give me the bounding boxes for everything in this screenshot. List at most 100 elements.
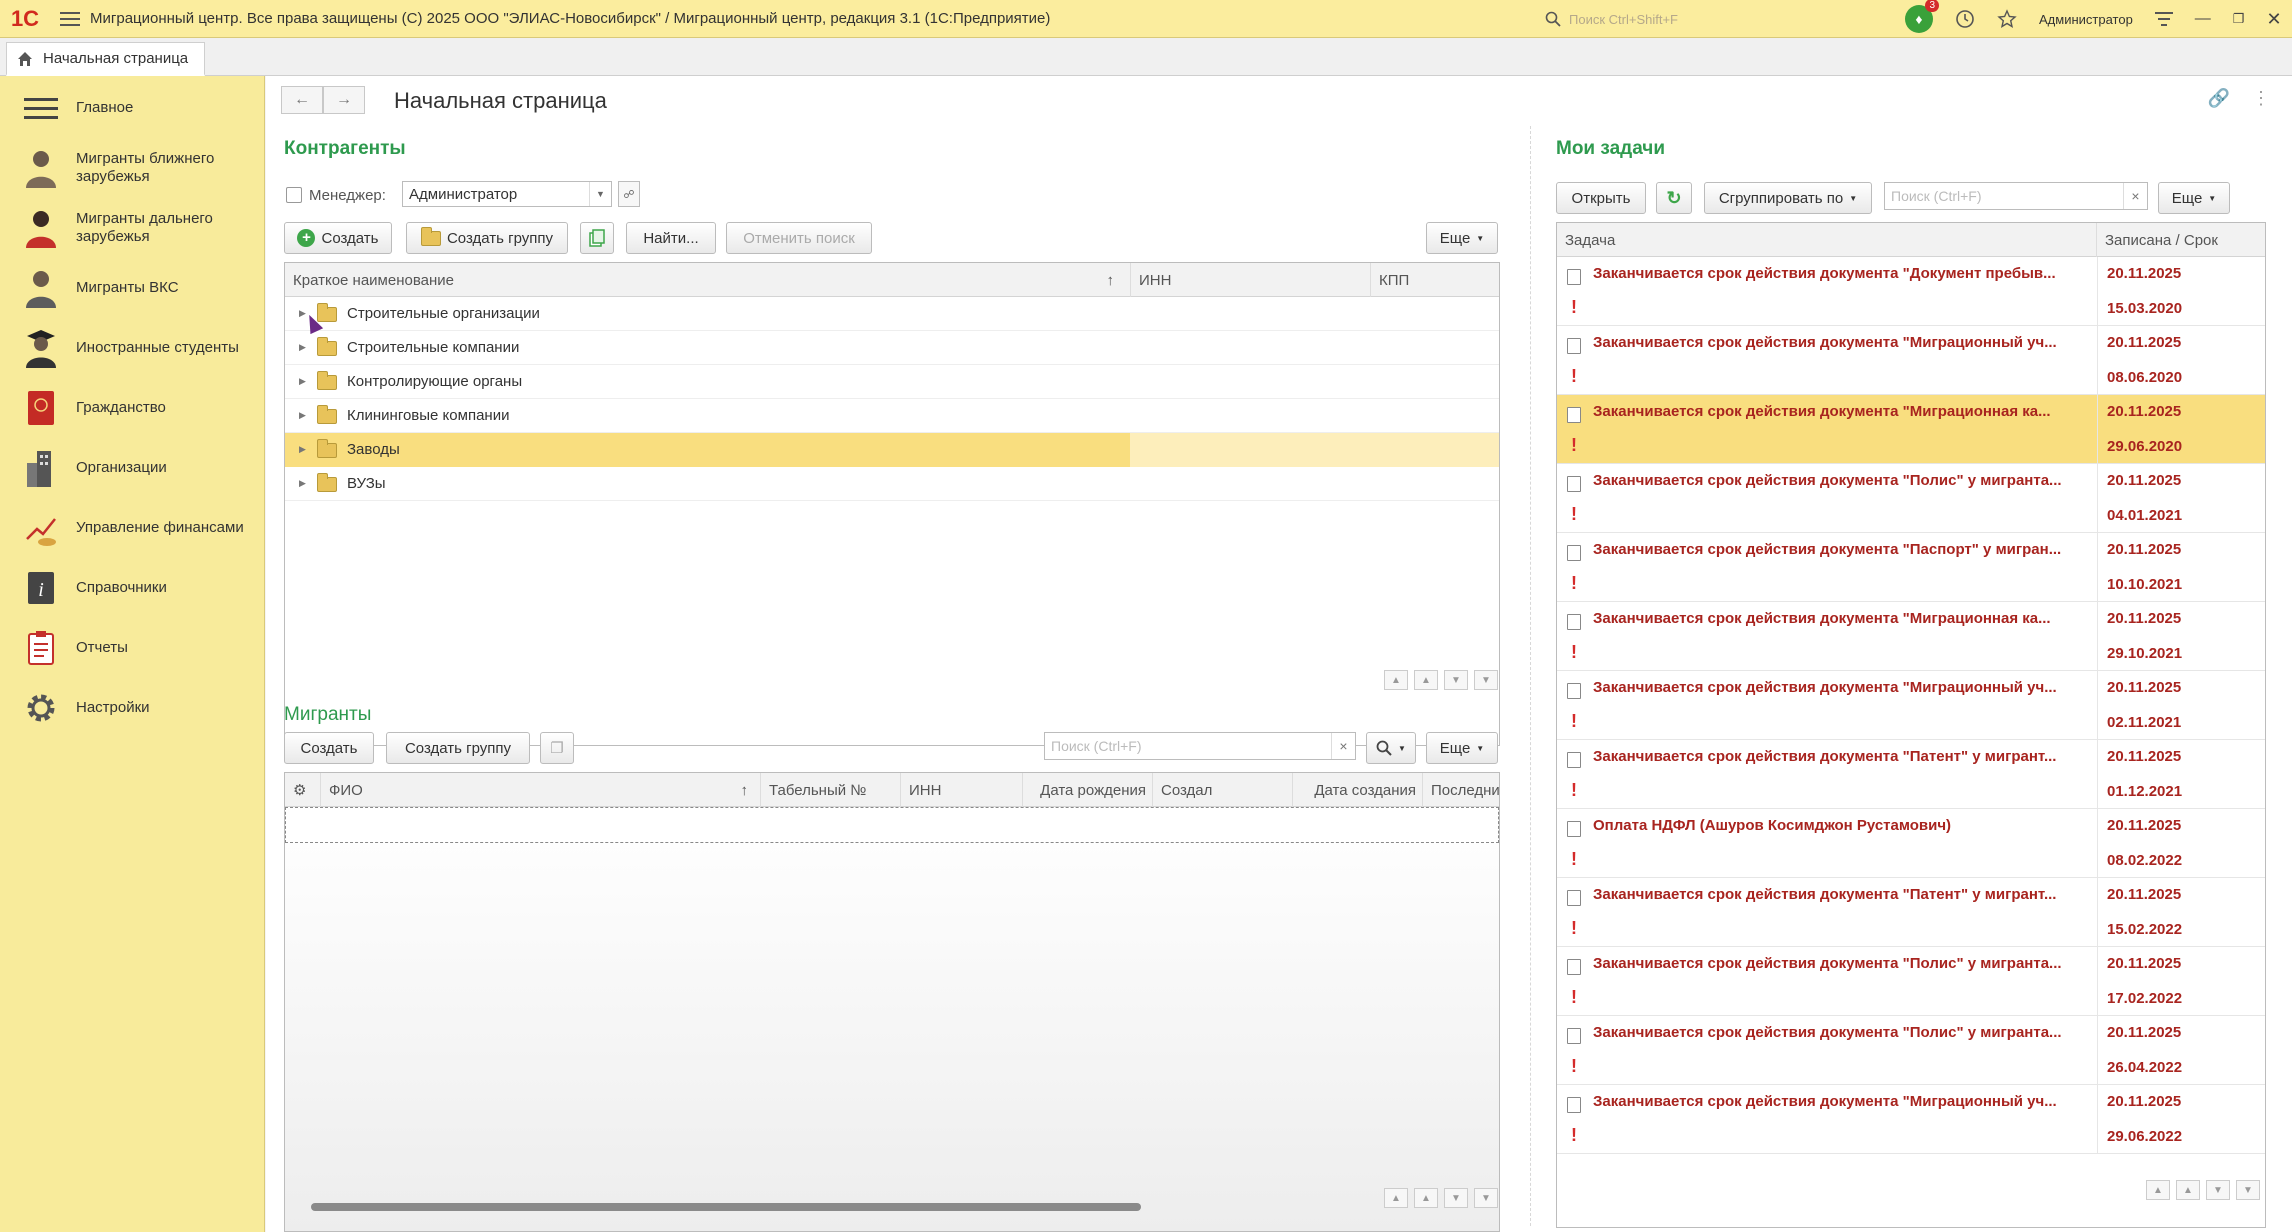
task-row[interactable]: Заканчивается срок действия документа "П… xyxy=(1557,464,2265,533)
scroll-down-icon[interactable]: ▼ xyxy=(1444,1188,1468,1208)
task-row[interactable]: Оплата НДФЛ (Ашуров Косимджон Рустамович… xyxy=(1557,809,2265,878)
contractors-create-group-button[interactable]: Создать группу xyxy=(406,222,568,254)
column-header-last[interactable]: Последний xyxy=(1423,773,1499,807)
migrants-more-button[interactable]: Еще ▼ xyxy=(1426,732,1498,764)
favorites-star-icon[interactable] xyxy=(1997,9,2017,29)
manager-select[interactable]: Администратор ▼ xyxy=(402,181,612,207)
expand-arrow-icon[interactable]: ▶ xyxy=(299,342,306,353)
scroll-bottom-icon[interactable]: ▼ xyxy=(2236,1180,2260,1200)
scroll-up-icon[interactable]: ▲ xyxy=(1414,670,1438,690)
group-by-icon[interactable]: ⚙ xyxy=(285,773,321,807)
tasks-more-button[interactable]: Еще ▼ xyxy=(2158,182,2230,214)
column-header-inn[interactable]: ИНН xyxy=(1131,263,1371,297)
clear-icon[interactable]: × xyxy=(1331,733,1355,759)
sidebar-item-organizations[interactable]: Организации xyxy=(0,438,265,498)
tree-row[interactable]: ▶ Контролирующие органы xyxy=(285,365,1499,399)
tree-row[interactable]: ▶ Строительные компании xyxy=(285,331,1499,365)
sidebar-item-reports[interactable]: Отчеты xyxy=(0,618,265,678)
more-vertical-icon[interactable]: ⋮ xyxy=(2252,88,2270,109)
search-options-button[interactable]: ▼ xyxy=(1366,732,1416,764)
minimize-icon[interactable]: — xyxy=(2195,10,2211,28)
expand-arrow-icon[interactable]: ▶ xyxy=(299,410,306,421)
sidebar-item-references[interactable]: i Справочники xyxy=(0,558,265,618)
scroll-bottom-icon[interactable]: ▼ xyxy=(1474,670,1498,690)
scroll-up-icon[interactable]: ▲ xyxy=(1414,1188,1438,1208)
migrants-search-input[interactable]: Поиск (Ctrl+F) × xyxy=(1044,732,1356,760)
task-row[interactable]: Заканчивается срок действия документа "Д… xyxy=(1557,257,2265,326)
open-link-icon[interactable]: ☍ xyxy=(618,181,640,207)
column-header-task[interactable]: Задача xyxy=(1557,223,2097,257)
task-row[interactable]: Заканчивается срок действия документа "П… xyxy=(1557,878,2265,947)
link-icon[interactable]: 🔗 xyxy=(2208,88,2230,109)
copy-button[interactable] xyxy=(580,222,614,254)
task-row[interactable]: Заканчивается срок действия документа "М… xyxy=(1557,1085,2265,1154)
group-by-button[interactable]: Сгруппировать по ▼ xyxy=(1704,182,1872,214)
sidebar-item-citizenship[interactable]: Гражданство xyxy=(0,378,265,438)
scroll-top-icon[interactable]: ▲ xyxy=(1384,670,1408,690)
scroll-up-icon[interactable]: ▲ xyxy=(2176,1180,2200,1200)
task-row[interactable]: Заканчивается срок действия документа "М… xyxy=(1557,602,2265,671)
migrants-copy-button[interactable]: ❐ xyxy=(540,732,574,764)
scroll-bottom-icon[interactable]: ▼ xyxy=(1474,1188,1498,1208)
clear-icon[interactable]: × xyxy=(2123,183,2147,209)
manager-filter-checkbox[interactable] xyxy=(286,187,302,203)
tasks-search-input[interactable]: Поиск (Ctrl+F) × xyxy=(1884,182,2148,210)
task-row[interactable]: Заканчивается срок действия документа "М… xyxy=(1557,326,2265,395)
tasks-open-button[interactable]: Открыть xyxy=(1556,182,1646,214)
back-button[interactable]: ← xyxy=(281,86,323,114)
task-row[interactable]: Заканчивается срок действия документа "П… xyxy=(1557,740,2265,809)
task-row[interactable]: Заканчивается срок действия документа "П… xyxy=(1557,1016,2265,1085)
column-header-fio[interactable]: ФИО ↑ xyxy=(321,773,761,807)
column-header-created-by[interactable]: Создал xyxy=(1153,773,1293,807)
current-user[interactable]: Администратор xyxy=(2039,12,2133,27)
close-icon[interactable]: ✕ xyxy=(2266,9,2281,30)
sidebar-item-main[interactable]: Главное xyxy=(0,78,265,138)
refresh-button[interactable]: ↻ xyxy=(1656,182,1692,214)
task-row[interactable]: Заканчивается срок действия документа "П… xyxy=(1557,947,2265,1016)
sidebar-item-students[interactable]: Иностранные студенты xyxy=(0,318,265,378)
empty-table-row[interactable] xyxy=(285,807,1499,843)
column-header-short-name[interactable]: Краткое наименование ↑ xyxy=(285,263,1131,297)
sidebar-item-far-abroad[interactable]: Мигранты дальнего зарубежья xyxy=(0,198,265,258)
forward-button[interactable]: → xyxy=(323,86,365,114)
column-header-tab-number[interactable]: Табельный № xyxy=(761,773,901,807)
column-header-birth-date[interactable]: Дата рождения xyxy=(1023,773,1153,807)
horizontal-scrollbar[interactable] xyxy=(311,1203,1141,1211)
scroll-down-icon[interactable]: ▼ xyxy=(2206,1180,2230,1200)
main-menu-icon[interactable] xyxy=(50,0,90,38)
global-search[interactable]: Поиск Ctrl+Shift+F xyxy=(1545,6,1845,32)
contractors-create-button[interactable]: + Создать xyxy=(284,222,392,254)
tree-row[interactable]: ▶ ВУЗы xyxy=(285,467,1499,501)
task-row[interactable]: Заканчивается срок действия документа "П… xyxy=(1557,533,2265,602)
column-header-recorded-deadline[interactable]: Записана / Срок xyxy=(2097,223,2265,257)
chevron-down-icon[interactable]: ▼ xyxy=(589,182,611,206)
task-row[interactable]: Заканчивается срок действия документа "М… xyxy=(1557,671,2265,740)
maximize-icon[interactable]: ❐ xyxy=(2233,11,2245,27)
tree-row[interactable]: ▶ Строительные организации xyxy=(285,297,1499,331)
task-row-selected[interactable]: Заканчивается срок действия документа "М… xyxy=(1557,395,2265,464)
tab-home[interactable]: Начальная страница xyxy=(6,42,206,76)
find-button[interactable]: Найти... xyxy=(626,222,716,254)
sidebar-item-vks[interactable]: Мигранты ВКС xyxy=(0,258,265,318)
sidebar-item-finance[interactable]: Управление финансами xyxy=(0,498,265,558)
column-header-created-date[interactable]: Дата создания xyxy=(1293,773,1423,807)
sidebar-item-settings[interactable]: Настройки xyxy=(0,678,265,738)
history-icon[interactable] xyxy=(1955,9,1975,29)
scroll-top-icon[interactable]: ▲ xyxy=(2146,1180,2170,1200)
scroll-top-icon[interactable]: ▲ xyxy=(1384,1188,1408,1208)
scroll-down-icon[interactable]: ▼ xyxy=(1444,670,1468,690)
expand-arrow-icon[interactable]: ▶ xyxy=(299,478,306,489)
migrants-create-button[interactable]: Создать xyxy=(284,732,374,764)
cancel-search-button[interactable]: Отменить поиск xyxy=(726,222,872,254)
tree-row-selected[interactable]: ▶ Заводы xyxy=(285,433,1499,467)
contractors-more-button[interactable]: Еще ▼ xyxy=(1426,222,1498,254)
column-header-kpp[interactable]: КПП xyxy=(1371,263,1499,297)
settings-menu-icon[interactable] xyxy=(2154,12,2173,26)
migrants-create-group-button[interactable]: Создать группу xyxy=(386,732,530,764)
column-header-inn[interactable]: ИНН xyxy=(901,773,1023,807)
notifications-bell-icon[interactable]: ♦ 3 xyxy=(1905,0,1939,33)
expand-arrow-icon[interactable]: ▶ xyxy=(299,376,306,387)
sidebar-item-near-abroad[interactable]: Мигранты ближнего зарубежья xyxy=(0,138,265,198)
tree-row[interactable]: ▶ Клининговые компании xyxy=(285,399,1499,433)
expand-arrow-icon[interactable]: ▶ xyxy=(299,444,306,455)
